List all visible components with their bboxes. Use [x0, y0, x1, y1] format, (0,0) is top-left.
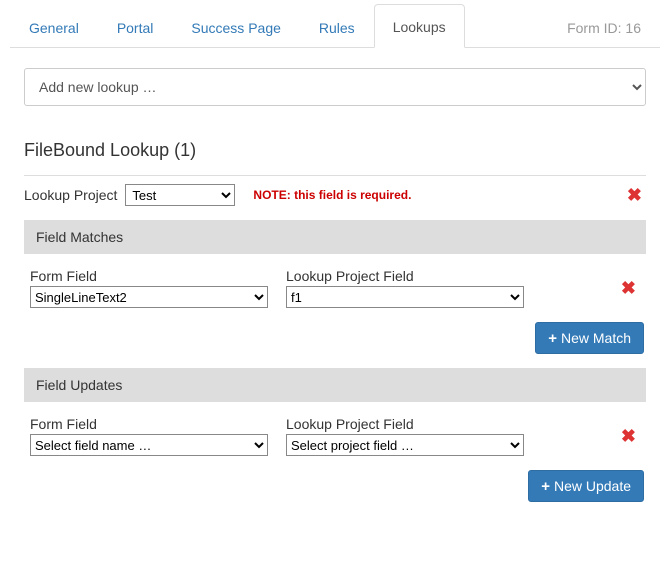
match-form-field-select[interactable]: SingleLineText2 — [30, 286, 268, 308]
update-row: Form Field Select field name … Lookup Pr… — [24, 416, 646, 456]
update-form-field-col: Form Field Select field name … — [30, 416, 268, 456]
lookups-page: General Portal Success Page Rules Lookup… — [0, 0, 670, 532]
lookup-section-title: FileBound Lookup (1) — [24, 140, 646, 161]
tab-bar: General Portal Success Page Rules Lookup… — [10, 0, 660, 48]
match-row: Form Field SingleLineText2 Lookup Projec… — [24, 268, 646, 308]
update-project-field-col: Lookup Project Field Select project fiel… — [286, 416, 524, 456]
required-note: NOTE: this field is required. — [253, 188, 411, 202]
match-button-row: + New Match — [24, 322, 646, 354]
new-update-button[interactable]: + New Update — [528, 470, 644, 502]
field-updates-header: Field Updates — [24, 368, 646, 402]
delete-update-icon[interactable]: ✖ — [617, 427, 640, 445]
match-project-field-col: Lookup Project Field f1 — [286, 268, 524, 308]
new-match-label: New Match — [561, 330, 631, 346]
update-form-field-select[interactable]: Select field name … — [30, 434, 268, 456]
delete-match-icon[interactable]: ✖ — [617, 279, 640, 297]
form-id-label: Form ID: 16 — [548, 5, 660, 48]
plus-icon: + — [541, 479, 550, 494]
match-form-field-col: Form Field SingleLineText2 — [30, 268, 268, 308]
new-update-label: New Update — [554, 478, 631, 494]
field-matches-section: Field Matches Form Field SingleLineText2… — [24, 220, 646, 354]
tab-portal[interactable]: Portal — [98, 5, 173, 48]
lookup-project-select[interactable]: Test — [125, 184, 235, 206]
field-matches-header: Field Matches — [24, 220, 646, 254]
delete-lookup-icon[interactable]: ✖ — [623, 186, 646, 204]
match-project-field-select[interactable]: f1 — [286, 286, 524, 308]
tab-general[interactable]: General — [10, 5, 98, 48]
tab-rules[interactable]: Rules — [300, 5, 374, 48]
new-match-button[interactable]: + New Match — [535, 322, 644, 354]
update-button-row: + New Update — [24, 470, 646, 502]
tab-content: Add new lookup … FileBound Lookup (1) Lo… — [10, 48, 660, 532]
match-project-field-label: Lookup Project Field — [286, 268, 524, 284]
update-project-field-label: Lookup Project Field — [286, 416, 524, 432]
match-form-field-label: Form Field — [30, 268, 268, 284]
field-updates-section: Field Updates Form Field Select field na… — [24, 368, 646, 502]
add-lookup-select[interactable]: Add new lookup … — [24, 68, 646, 106]
update-form-field-label: Form Field — [30, 416, 268, 432]
plus-icon: + — [548, 331, 557, 346]
tab-lookups[interactable]: Lookups — [374, 4, 465, 48]
tab-success-page[interactable]: Success Page — [172, 5, 300, 48]
lookup-project-label: Lookup Project — [24, 187, 117, 203]
lookup-project-row: Lookup Project Test NOTE: this field is … — [24, 175, 646, 206]
update-project-field-select[interactable]: Select project field … — [286, 434, 524, 456]
